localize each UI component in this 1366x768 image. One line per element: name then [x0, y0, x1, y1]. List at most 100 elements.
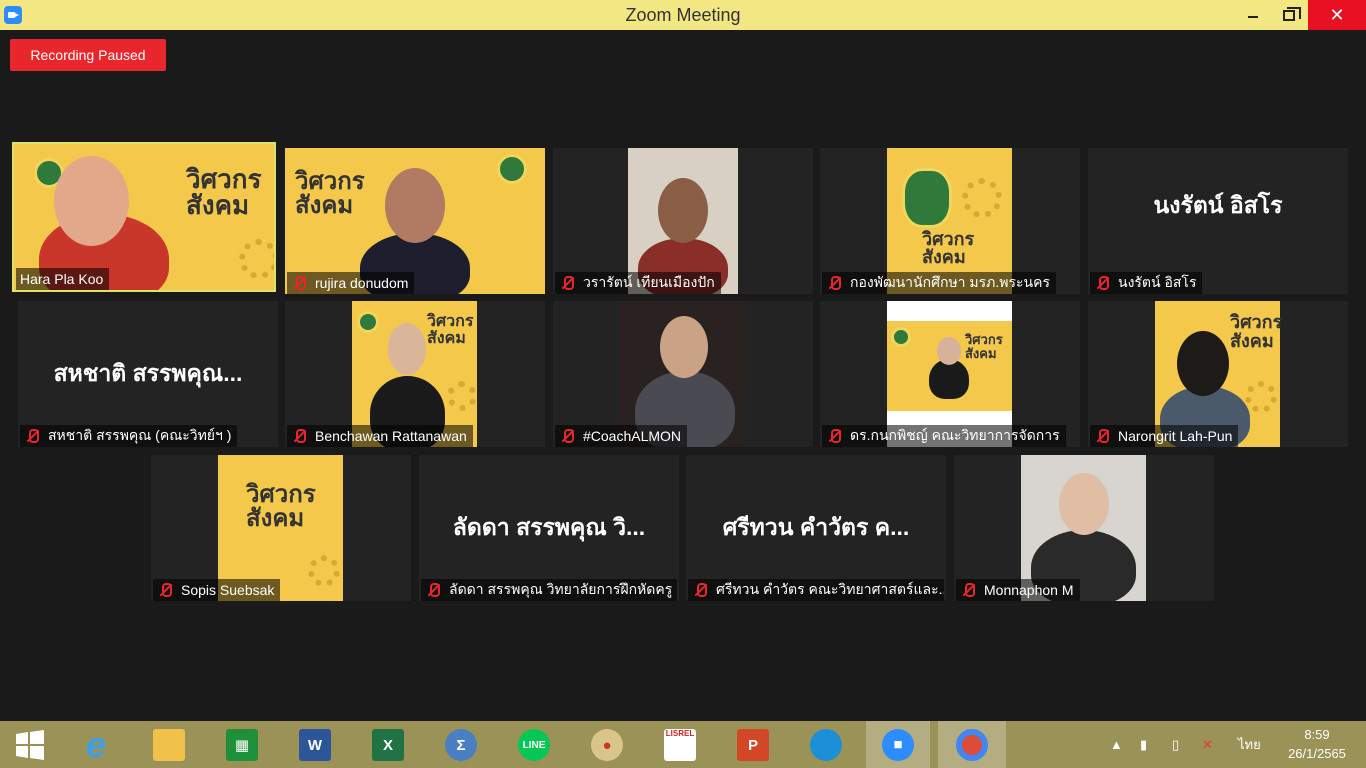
participant-tile[interactable]: Monnaphon M: [954, 455, 1214, 601]
participant-name-label: Hara Pla Koo: [16, 268, 110, 290]
muted-mic-icon: [291, 275, 309, 291]
person-head: [660, 316, 708, 378]
internet-explorer-icon[interactable]: e: [76, 724, 116, 765]
university-logo: [497, 154, 527, 184]
participant-tile[interactable]: วิศวกร สังคม Sopis Suebsak: [151, 455, 411, 601]
participant-name: วรารัตน์ เทียนเมืองปัก: [583, 274, 715, 290]
participant-name-label: Benchawan Rattanawan: [287, 425, 473, 447]
participant-name: ดร.กนกพิชญ์ คณะวิทยาการจัดการ: [850, 427, 1060, 443]
language-indicator[interactable]: ไทย: [1238, 721, 1261, 768]
person-head: [1059, 473, 1109, 535]
participant-tile[interactable]: #CoachALMON: [553, 301, 813, 447]
participant-tile[interactable]: วรารัตน์ เทียนเมืองปัก: [553, 148, 813, 294]
participant-tile[interactable]: วิศวกร สังคม Benchawan Rattanawan: [285, 301, 545, 447]
participant-name-label: ดร.กนกพิชญ์ คณะวิทยาการจัดการ: [822, 425, 1066, 447]
muted-mic-icon: [157, 582, 175, 598]
line-icon[interactable]: LINE: [514, 725, 554, 765]
word-icon[interactable]: W: [295, 725, 335, 765]
recording-paused-badge[interactable]: Recording Paused: [10, 39, 166, 71]
participant-name: Hara Pla Koo: [20, 271, 104, 287]
person-head: [658, 178, 708, 243]
show-hidden-icons[interactable]: ▲: [1110, 721, 1123, 768]
close-button[interactable]: ✕: [1308, 0, 1366, 30]
lisrel-icon[interactable]: LISREL: [660, 725, 700, 765]
clock-date: 26/1/2565: [1288, 746, 1346, 761]
participant-tile[interactable]: ศรีทวน คำวัตร ค... ศรีทวน คำวัตร คณะวิทย…: [686, 455, 946, 601]
person-head: [385, 168, 445, 243]
muted-mic-icon: [559, 428, 577, 444]
line-label: LINE: [518, 729, 550, 761]
restore-icon: [1283, 6, 1301, 21]
participant-name-label: วรารัตน์ เทียนเมืองปัก: [555, 272, 721, 294]
battery-icon[interactable]: ▯: [1172, 721, 1179, 768]
muted-mic-icon: [692, 582, 710, 598]
windows-taskbar: e ▦ W X Σ LINE ● LISREL P ■: [0, 721, 1366, 768]
muted-mic-icon: [291, 428, 309, 444]
minimize-icon: [1248, 16, 1258, 18]
participant-name-label: สหชาติ สรรพคุณ (คณะวิทย์ฯ ): [20, 425, 238, 447]
zoom-icon[interactable]: ■: [866, 721, 930, 768]
participant-tile[interactable]: นงรัตน์ อิสโร นงรัตน์ อิสโร: [1088, 148, 1348, 294]
word-letter: W: [299, 729, 331, 761]
poster-title-line1: วิศวกร: [1230, 312, 1283, 332]
person-body: [929, 359, 969, 399]
poster-title-line2: สังคม: [922, 247, 966, 267]
signal-icon[interactable]: ▮: [1140, 721, 1147, 768]
powerpoint-icon[interactable]: P: [733, 725, 773, 765]
muted-mic-icon: [24, 428, 42, 444]
participant-tile[interactable]: วิศวกร สังคม กองพัฒนานักศึกษา มรภ.พระนคร: [820, 148, 1080, 294]
title-bar: Zoom Meeting ✕: [0, 0, 1366, 30]
person-head: [937, 337, 961, 365]
university-logo: [902, 168, 952, 228]
person-head: [1177, 331, 1229, 396]
muted-mic-icon: [1094, 428, 1112, 444]
participant-name-label: #CoachALMON: [555, 425, 688, 447]
maximize-button[interactable]: [1266, 0, 1312, 30]
participant-name-label: Sopis Suebsak: [153, 579, 281, 601]
participant-name: Benchawan Rattanawan: [315, 428, 467, 444]
participant-name-label: Monnaphon M: [956, 579, 1080, 601]
excel-icon[interactable]: X: [368, 725, 408, 765]
poster-title-line2: สังคม: [246, 505, 305, 532]
participant-name: ศรีทวน คำวัตร คณะวิทยาศาสตร์และ...: [716, 581, 944, 597]
participant-name-label: ลัดดา สรรพคุณ วิทยาลัยการฝึกหัดครู: [421, 579, 677, 601]
muted-mic-icon: [425, 582, 443, 598]
excel-letter: X: [372, 729, 404, 761]
participant-tile[interactable]: วิศวกร สังคม ดร.กนกพิชญ์ คณะวิทยาการจัดกา…: [820, 301, 1080, 447]
participant-name: Narongrit Lah-Pun: [1118, 428, 1233, 444]
file-explorer-icon[interactable]: [149, 725, 189, 765]
store-icon[interactable]: ▦: [222, 725, 262, 765]
participant-tile[interactable]: วิศวกร สังคม Narongrit Lah-Pun: [1088, 301, 1348, 447]
gear-decoration: [1245, 381, 1277, 413]
participant-tile[interactable]: สหชาติ สรรพคุณ... สหชาติ สรรพคุณ (คณะวิท…: [18, 301, 278, 447]
windows-start-icon[interactable]: [10, 725, 50, 765]
close-icon: ✕: [1329, 4, 1345, 25]
muted-mic-icon: [826, 275, 844, 291]
person-head: [388, 323, 426, 375]
participant-name: กองพัฒนานักศึกษา มรภ.พระนคร: [850, 274, 1051, 290]
poster-title-line2: สังคม: [965, 346, 997, 361]
volume-muted-icon[interactable]: ✕: [1202, 721, 1213, 768]
poster-title-line2: สังคม: [295, 192, 354, 219]
participant-name: Monnaphon M: [984, 582, 1074, 598]
math-icon[interactable]: Σ: [441, 725, 481, 765]
participant-name: #CoachALMON: [583, 428, 682, 444]
muted-mic-icon: [960, 582, 978, 598]
participant-tile[interactable]: วิศวกร สังคม rujira donudom: [285, 148, 545, 294]
paint-icon[interactable]: ●: [587, 725, 627, 765]
muted-mic-icon: [559, 275, 577, 291]
edge-icon[interactable]: [806, 725, 846, 765]
system-clock[interactable]: 8:59 26/1/2565: [1278, 725, 1356, 763]
poster-title-line1: วิศวกร: [922, 229, 975, 249]
person-head: [54, 156, 129, 246]
poster-title-line2: สังคม: [186, 190, 250, 220]
participant-name: สหชาติ สรรพคุณ (คณะวิทย์ฯ ): [48, 427, 232, 443]
gear-decoration: [447, 381, 477, 411]
poster-title-line1: วิศวกร: [246, 481, 316, 508]
participant-tile[interactable]: วิศวกร สังคม Hara Pla Koo: [12, 142, 276, 292]
muted-mic-icon: [826, 428, 844, 444]
participant-name: Sopis Suebsak: [181, 582, 275, 598]
participant-name-label: ศรีทวน คำวัตร คณะวิทยาศาสตร์และ...: [688, 579, 944, 601]
chrome-icon[interactable]: [938, 721, 1006, 768]
participant-tile[interactable]: ลัดดา สรรพคุณ วิ... ลัดดา สรรพคุณ วิทยาล…: [419, 455, 679, 601]
